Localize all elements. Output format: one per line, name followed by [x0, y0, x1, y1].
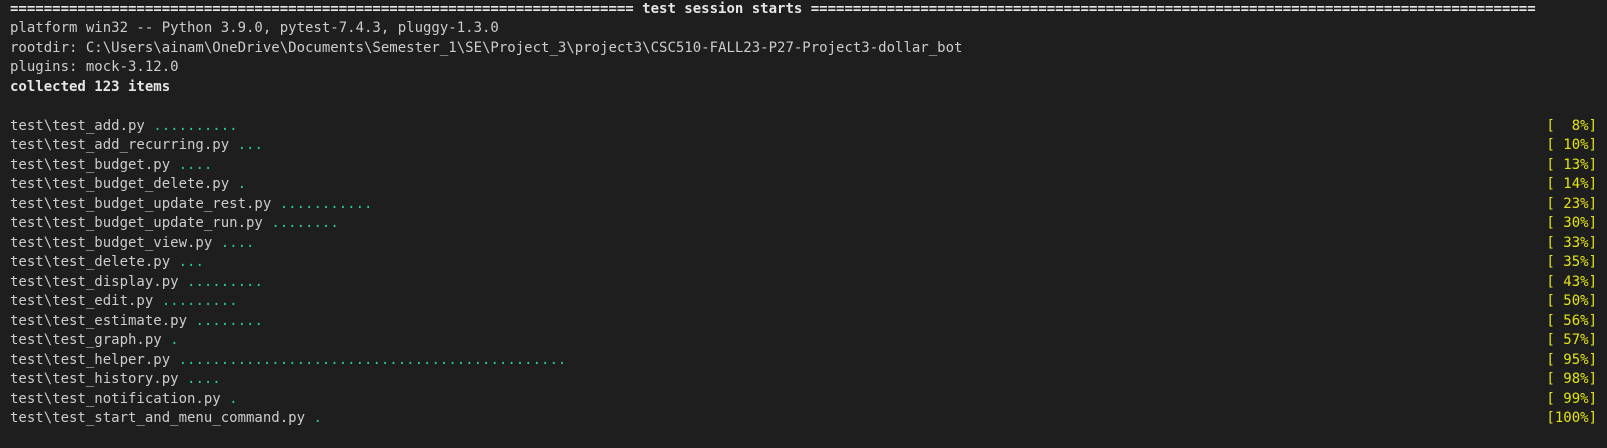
test-file-name: test\test_budget_view.py [10, 234, 213, 251]
test-progress-percent: [ 56%] [1546, 312, 1597, 329]
test-progress-percent: [ 98%] [1546, 371, 1597, 387]
test-file-name: test\test_notification.py [10, 390, 221, 407]
test-result-left: test\test_graph.py . [10, 331, 179, 351]
test-file-name: test\test_budget_update_run.py [10, 215, 263, 231]
test-result-row: test\test_budget.py .... [ 13%] [10, 156, 1597, 176]
test-pass-dots: . [313, 410, 322, 426]
test-result-left: test\test_budget_update_rest.py ........… [10, 195, 372, 215]
plugins-line: plugins: mock-3.12.0 [10, 59, 179, 75]
test-result-left: test\test_budget_view.py .... [10, 234, 254, 254]
test-result-left: test\test_budget_update_run.py ........ [10, 214, 339, 234]
test-result-row: test\test_edit.py ......... [ 50%] [10, 292, 1597, 312]
test-result-row: test\test_add_recurring.py ... [ 10%] [10, 136, 1597, 156]
test-pass-dots: ... [178, 254, 204, 270]
test-result-left: test\test_notification.py . [10, 390, 238, 410]
test-result-row: test\test_notification.py . [ 99%] [10, 390, 1597, 410]
test-file-name: test\test_budget.py [10, 156, 171, 173]
test-result-left: test\test_start_and_menu_command.py . [10, 409, 322, 429]
test-progress-percent: [ 35%] [1546, 254, 1597, 270]
test-pass-dots: . [237, 176, 247, 192]
test-result-row: test\test_budget_view.py .... [ 33%] [10, 234, 1597, 254]
platform-line: platform win32 -- Python 3.9.0, pytest-7… [10, 20, 499, 36]
test-result-left: test\test_budget_delete.py . [10, 175, 246, 195]
test-file-name: test\test_estimate.py [10, 312, 188, 329]
test-file-name: test\test_add.py [10, 117, 145, 134]
test-pass-dots: .... [187, 371, 221, 387]
test-file-name: test\test_delete.py [10, 254, 171, 270]
header-separator-right: ========================================… [810, 1, 1536, 17]
test-result-row: test\test_helper.py ....................… [10, 351, 1597, 371]
test-result-left: test\test_edit.py ......... [10, 292, 238, 312]
test-file-name: test\test_display.py [10, 273, 179, 290]
test-pass-dots: ........... [279, 195, 373, 212]
test-result-left: test\test_estimate.py ........ [10, 312, 263, 332]
test-pass-dots: .... [178, 156, 213, 173]
test-result-row: test\test_budget_delete.py . [ 14%] [10, 175, 1597, 195]
test-result-left: test\test_delete.py ... [10, 253, 204, 273]
test-progress-percent: [ 95%] [1546, 351, 1597, 368]
test-result-left: test\test_helper.py ....................… [10, 351, 566, 371]
test-progress-percent: [ 10%] [1546, 137, 1597, 153]
test-progress-percent: [ 30%] [1546, 215, 1597, 231]
test-pass-dots: ......... [161, 293, 238, 309]
test-file-name: test\test_add_recurring.py [10, 137, 230, 153]
test-pass-dots: . [170, 332, 179, 348]
test-pass-dots: . [229, 390, 238, 407]
test-progress-percent: [ 14%] [1546, 176, 1597, 192]
test-progress-percent: [ 99%] [1546, 390, 1597, 407]
test-file-name: test\test_budget_update_rest.py [10, 195, 272, 212]
test-result-row: test\test_estimate.py ........ [ 56%] [10, 312, 1597, 332]
test-pass-dots: .......... [153, 117, 238, 134]
test-progress-percent: [ 23%] [1546, 195, 1597, 212]
test-file-name: test\test_helper.py [10, 351, 171, 368]
test-result-row: test\test_history.py .... [ 98%] [10, 370, 1597, 390]
test-progress-percent: [ 13%] [1546, 156, 1597, 173]
test-file-name: test\test_start_and_menu_command.py [10, 410, 306, 426]
test-progress-percent: [ 50%] [1546, 293, 1597, 309]
test-result-row: test\test_budget_update_rest.py ........… [10, 195, 1597, 215]
test-result-left: test\test_history.py .... [10, 370, 221, 390]
test-progress-percent: [ 8%] [1546, 117, 1597, 134]
test-pass-dots: ........ [195, 312, 263, 329]
test-result-left: test\test_add_recurring.py ... [10, 136, 263, 156]
test-result-row: test\test_add.py .......... [ 8%] [10, 117, 1597, 137]
test-progress-percent: [ 33%] [1546, 234, 1597, 251]
test-pass-dots: ......... [187, 273, 263, 290]
test-file-name: test\test_edit.py [10, 293, 154, 309]
test-result-row: test\test_display.py ......... [ 43%] [10, 273, 1597, 293]
test-result-left: test\test_budget.py .... [10, 156, 212, 176]
test-file-name: test\test_history.py [10, 371, 179, 387]
test-result-left: test\test_add.py .......... [10, 117, 238, 137]
session-header: ========================================… [10, 0, 1597, 20]
test-pass-dots: .... [220, 234, 255, 251]
terminal-output[interactable]: ========================================… [0, 0, 1607, 448]
test-file-name: test\test_graph.py [10, 332, 162, 348]
test-progress-percent: [ 57%] [1546, 332, 1597, 348]
test-result-left: test\test_display.py ......... [10, 273, 263, 293]
test-progress-percent: [ 43%] [1546, 273, 1597, 290]
test-pass-dots: ... [237, 137, 263, 153]
collected-line: collected 123 items [10, 78, 171, 95]
test-result-row: test\test_budget_update_run.py ........ [… [10, 214, 1597, 234]
rootdir-line: rootdir: C:\Users\ainam\OneDrive\Documen… [10, 39, 963, 56]
header-title: test session starts [633, 1, 811, 17]
test-file-name: test\test_budget_delete.py [10, 176, 230, 192]
test-result-row: test\test_start_and_menu_command.py . [10… [10, 409, 1597, 429]
test-result-row: test\test_delete.py ... [ 35%] [10, 253, 1597, 273]
header-separator-left: ========================================… [10, 1, 634, 17]
test-progress-percent: [100%] [1546, 410, 1597, 426]
test-pass-dots: ........ [271, 215, 339, 231]
test-result-row: test\test_graph.py . [ 57%] [10, 331, 1597, 351]
test-pass-dots: ........................................… [178, 351, 567, 368]
